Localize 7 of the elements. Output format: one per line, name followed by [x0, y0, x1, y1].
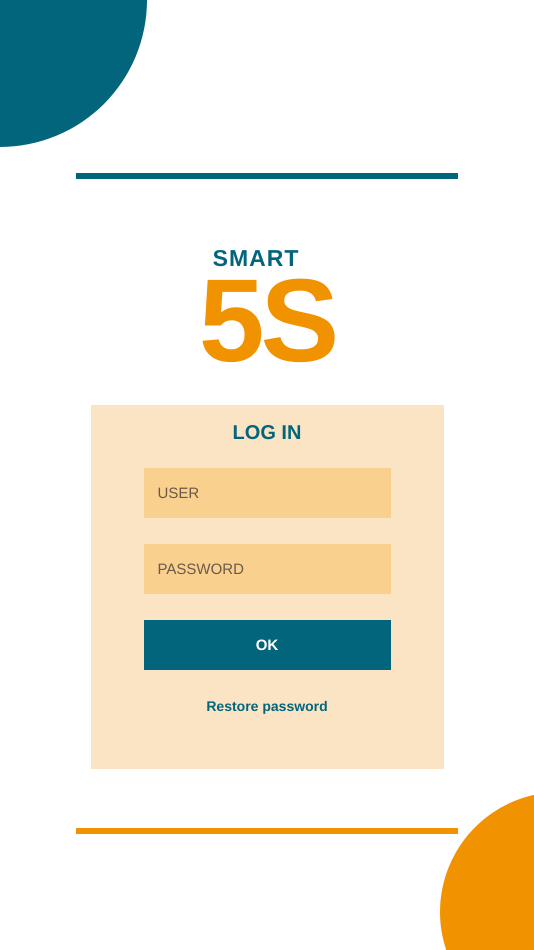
input-field[interactable]: USER [144, 468, 390, 518]
logo-title: 5S [198, 271, 336, 371]
restore-password-link[interactable]: Restore password [206, 698, 328, 714]
ok-button[interactable]: OK [144, 620, 390, 670]
input-field[interactable]: PASSWORD [144, 544, 390, 594]
login-title: LOG IN [232, 421, 302, 446]
logo-wordmark: SMART [212, 245, 300, 271]
